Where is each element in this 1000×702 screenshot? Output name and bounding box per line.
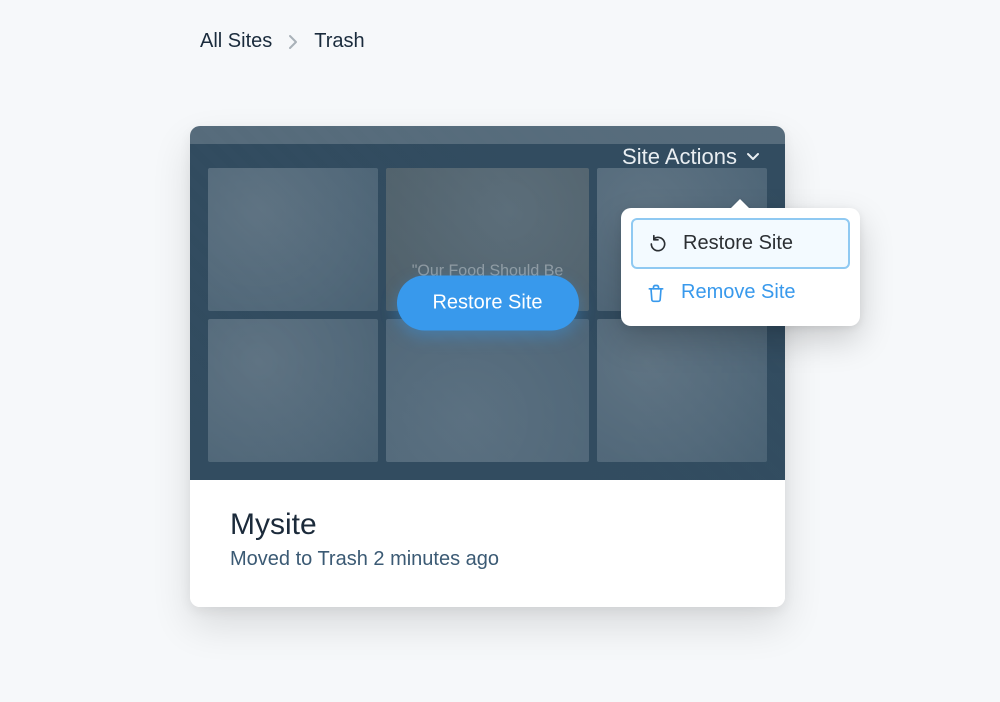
site-actions-menu: Restore Site Remove Site bbox=[621, 208, 860, 326]
site-card-footer: Mysite Moved to Trash 2 minutes ago bbox=[190, 480, 785, 607]
chevron-right-icon bbox=[288, 34, 298, 50]
menu-item-remove-site[interactable]: Remove Site bbox=[631, 269, 850, 316]
menu-item-label: Restore Site bbox=[683, 232, 793, 255]
site-card: "Our Food Should Be Our Medicine & Our S… bbox=[190, 126, 785, 607]
site-actions-dropdown-trigger[interactable]: Site Actions bbox=[622, 144, 761, 170]
site-actions-label: Site Actions bbox=[622, 144, 737, 170]
site-status-text: Moved to Trash 2 minutes ago bbox=[230, 548, 745, 571]
menu-item-restore-site[interactable]: Restore Site bbox=[631, 218, 850, 269]
breadcrumb-current: Trash bbox=[314, 30, 364, 53]
breadcrumb: All Sites Trash bbox=[200, 30, 365, 53]
breadcrumb-root-link[interactable]: All Sites bbox=[200, 30, 272, 53]
trash-icon bbox=[645, 282, 667, 304]
chevron-down-icon bbox=[745, 144, 761, 170]
undo-icon bbox=[647, 233, 669, 255]
restore-site-button[interactable]: Restore Site bbox=[396, 276, 578, 331]
site-name: Mysite bbox=[230, 508, 745, 542]
menu-item-label: Remove Site bbox=[681, 281, 796, 304]
